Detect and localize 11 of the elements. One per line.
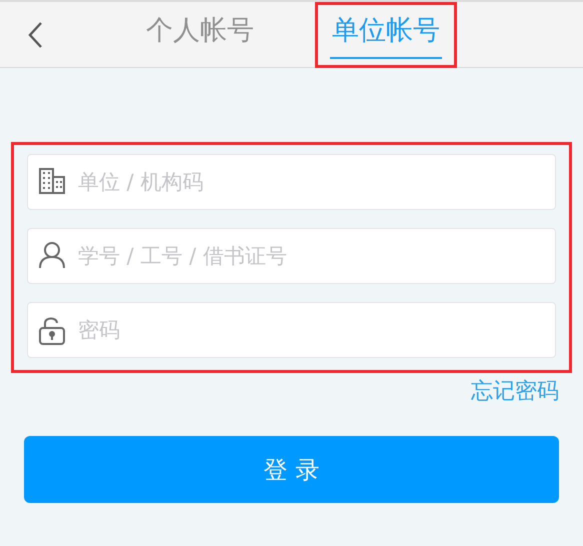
back-icon bbox=[27, 21, 43, 49]
unlocked-lock-icon bbox=[38, 315, 66, 345]
input-field[interactable]: 密码 bbox=[27, 302, 556, 358]
building-icon bbox=[38, 167, 66, 195]
person-icon bbox=[38, 241, 66, 269]
account-tab[interactable]: 单位帐号 bbox=[315, 2, 457, 68]
input-field[interactable]: 学号 / 工号 / 借书证号 bbox=[27, 228, 556, 284]
input-field[interactable]: 单位 / 机构码 bbox=[27, 154, 556, 210]
forgot-password-link[interactable]: 忘记密码 bbox=[471, 375, 559, 408]
account-tab[interactable]: 个人帐号 bbox=[129, 2, 271, 68]
login-button[interactable]: 登 录 bbox=[24, 436, 559, 503]
